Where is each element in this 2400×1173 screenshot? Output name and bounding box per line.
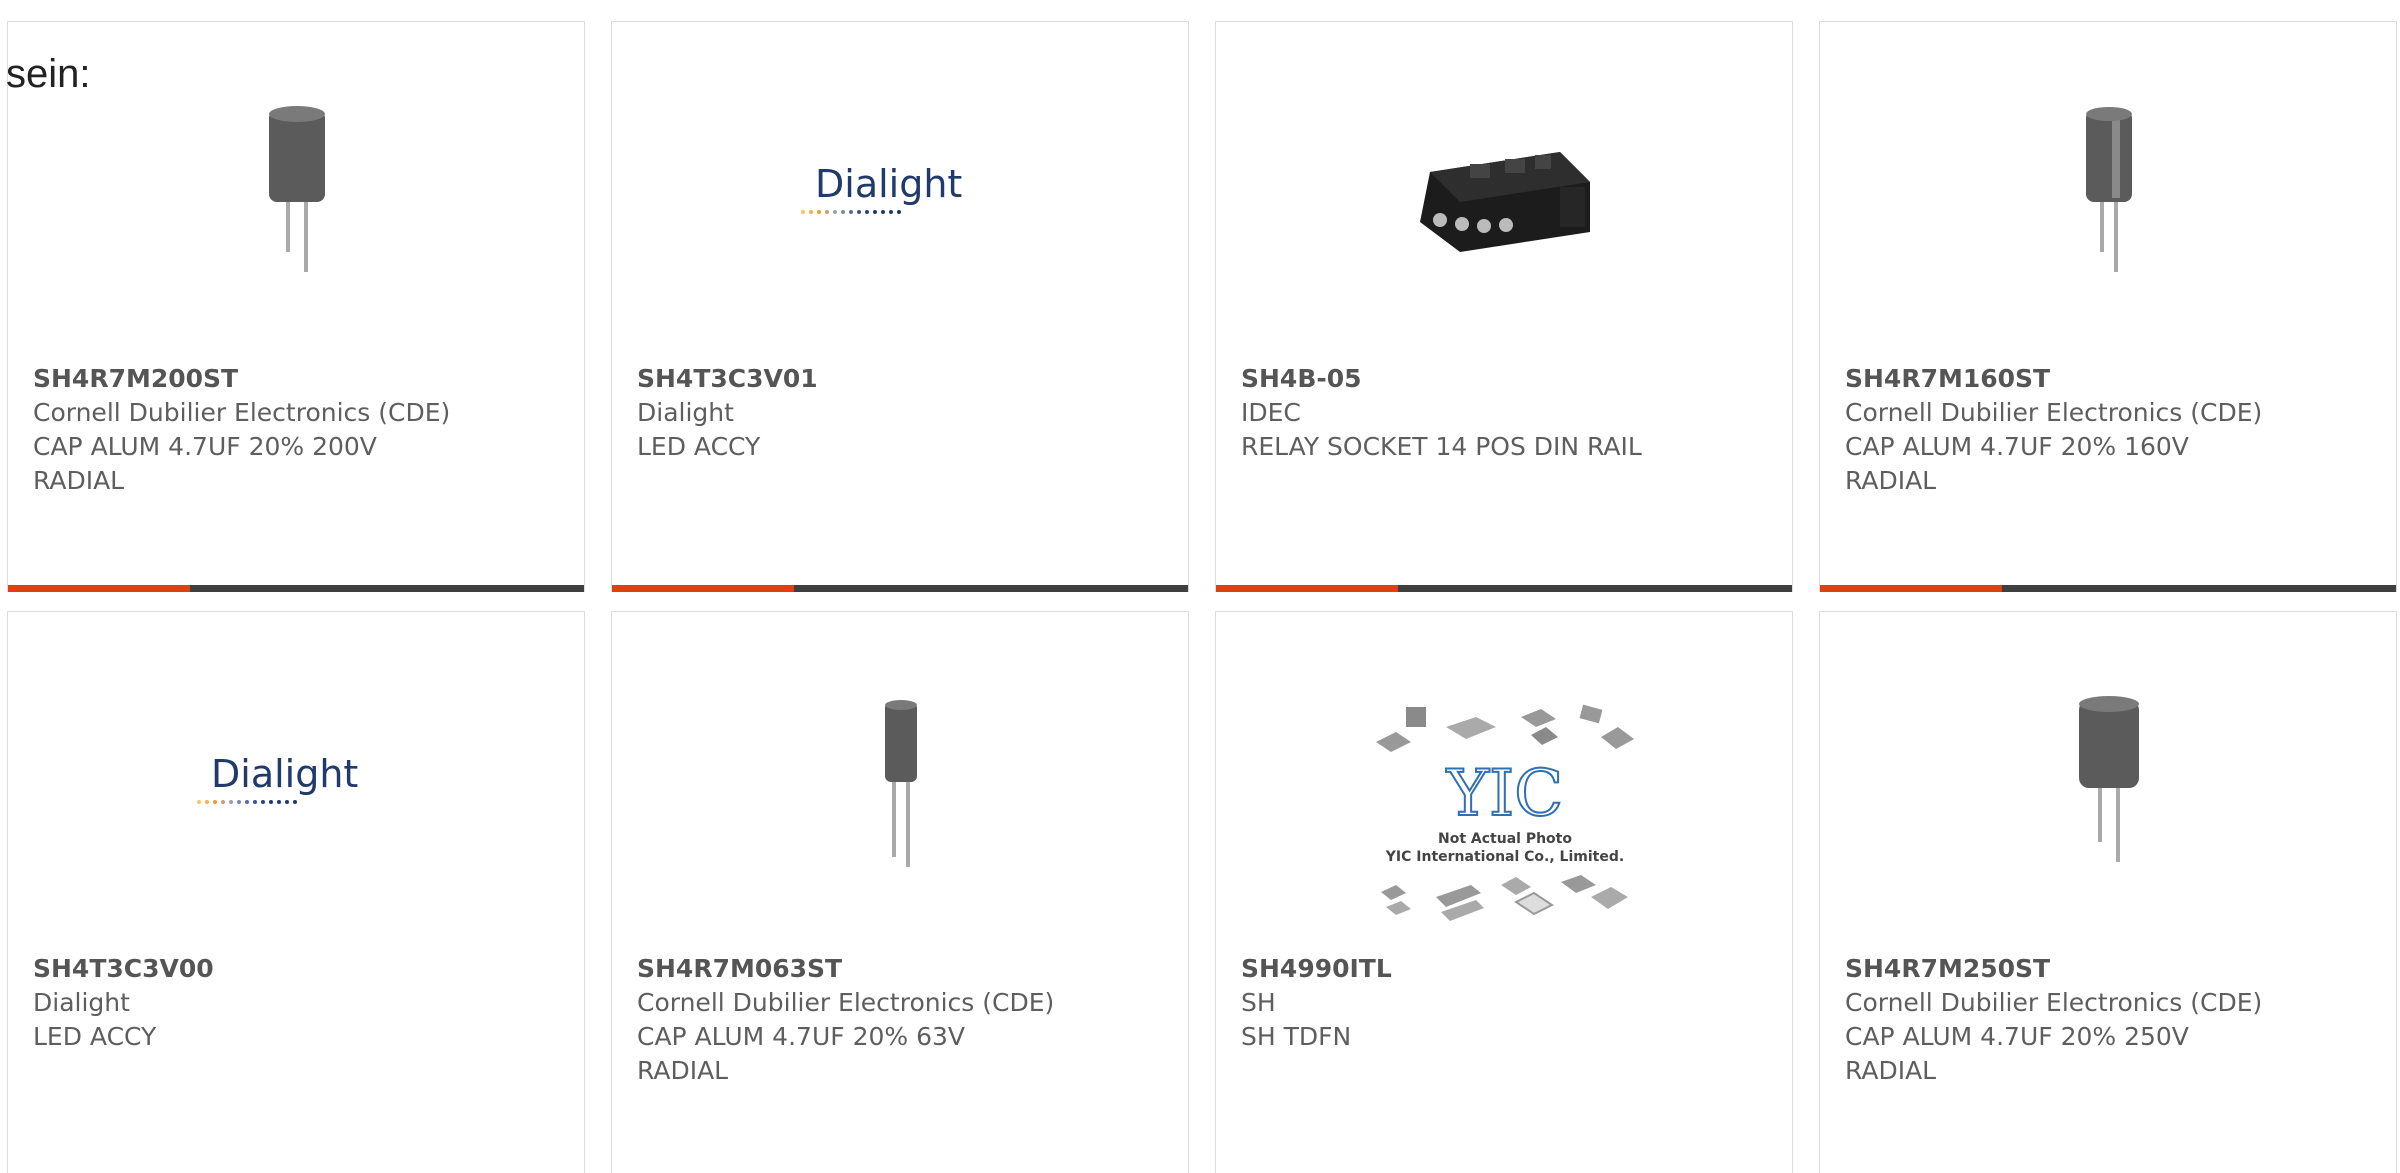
part-number[interactable]: SH4R7M160ST [1845,362,2384,396]
description-line: RADIAL [1845,1056,1937,1085]
product-info: SH4990ITL SH SH TDFN [1241,952,1780,1054]
part-number[interactable]: SH4990ITL [1241,952,1780,986]
logo-text: Dialight [815,162,962,206]
product-info: SH4R7M250ST Cornell Dubilier Electronics… [1845,952,2384,1088]
product-card[interactable]: SH4R7M160ST Cornell Dubilier Electronics… [1819,21,2397,592]
radial-capacitor-icon [2086,107,2132,272]
manufacturer: Cornell Dubilier Electronics (CDE) [637,988,1055,1017]
manufacturer: IDEC [1241,398,1301,427]
lead-text: sein: [6,52,91,96]
product-info: SH4R7M063ST Cornell Dubilier Electronics… [637,952,1176,1088]
product-image[interactable]: Dialight [128,682,466,882]
product-info: SH4T3C3V00 Dialight LED ACCY [33,952,572,1054]
manufacturer: Dialight [33,988,130,1017]
product-image[interactable] [801,682,1001,882]
description-line: CAP ALUM 4.7UF 20% 63V [637,1022,965,1051]
product-card[interactable]: SH4R7M250ST Cornell Dubilier Electronics… [1819,611,2397,1173]
product-info: SH4B-05 IDEC RELAY SOCKET 14 POS DIN RAI… [1241,362,1780,464]
product-image[interactable] [2009,92,2209,292]
manufacturer: SH [1241,988,1276,1017]
product-info: SH4R7M160ST Cornell Dubilier Electronics… [1845,362,2384,498]
description-line: CAP ALUM 4.7UF 20% 200V [33,432,377,461]
logo-text: Dialight [211,752,358,796]
product-card[interactable]: SH4R7M063ST Cornell Dubilier Electronics… [611,611,1189,1173]
product-image[interactable] [197,92,397,292]
radial-capacitor-icon [2079,696,2139,862]
part-number[interactable]: SH4T3C3V00 [33,952,572,986]
product-image[interactable] [1405,92,1605,292]
part-number[interactable]: SH4R7M250ST [1845,952,2384,986]
description-line: LED ACCY [33,1022,157,1051]
part-number[interactable]: SH4T3C3V01 [637,362,1176,396]
yic-placeholder-icon: YIC Not Actual Photo YIC International C… [1376,704,1634,921]
manufacturer: Dialight [637,398,734,427]
logo-text: YIC [1446,757,1564,831]
image-caption-line: YIC International Co., Limited. [1385,849,1624,865]
product-card[interactable]: Dialight SH4T3C3V00 Dialight LED ACCY [7,611,585,1173]
description-line: RADIAL [637,1056,729,1085]
dialight-logo: Dialight [801,162,962,214]
product-image[interactable]: YIC Not Actual Photo YIC International C… [1366,697,1644,937]
description-line: CAP ALUM 4.7UF 20% 250V [1845,1022,2189,1051]
relay-socket-icon [1420,152,1590,252]
description-line: RELAY SOCKET 14 POS DIN RAIL [1241,432,1642,461]
description-line: RADIAL [33,466,125,495]
product-card[interactable]: YIC Not Actual Photo YIC International C… [1215,611,1793,1173]
card-accent-bar [8,585,584,592]
description-line: CAP ALUM 4.7UF 20% 160V [1845,432,2189,461]
radial-capacitor-icon [269,106,325,272]
product-card[interactable]: SH4R7M200ST Cornell Dubilier Electronics… [7,21,585,592]
manufacturer: Cornell Dubilier Electronics (CDE) [1845,988,2263,1017]
part-number[interactable]: SH4B-05 [1241,362,1780,396]
product-image[interactable]: Dialight [732,92,1070,292]
description-line: SH TDFN [1241,1022,1352,1051]
radial-capacitor-icon [885,700,917,867]
card-accent-bar [1216,585,1792,592]
description-line: RADIAL [1845,466,1937,495]
image-caption-line: Not Actual Photo [1438,831,1572,847]
dialight-logo: Dialight [197,752,358,804]
manufacturer: Cornell Dubilier Electronics (CDE) [33,398,451,427]
part-number[interactable]: SH4R7M063ST [637,952,1176,986]
product-card[interactable]: SH4B-05 IDEC RELAY SOCKET 14 POS DIN RAI… [1215,21,1793,592]
product-image[interactable] [2009,682,2209,882]
part-number[interactable]: SH4R7M200ST [33,362,572,396]
card-accent-bar [1820,585,2396,592]
product-info: SH4R7M200ST Cornell Dubilier Electronics… [33,362,572,498]
product-card[interactable]: Dialight SH4T3C3V01 Dialight LED ACCY [611,21,1189,592]
manufacturer: Cornell Dubilier Electronics (CDE) [1845,398,2263,427]
card-accent-bar [612,585,1188,592]
product-info: SH4T3C3V01 Dialight LED ACCY [637,362,1176,464]
description-line: LED ACCY [637,432,761,461]
